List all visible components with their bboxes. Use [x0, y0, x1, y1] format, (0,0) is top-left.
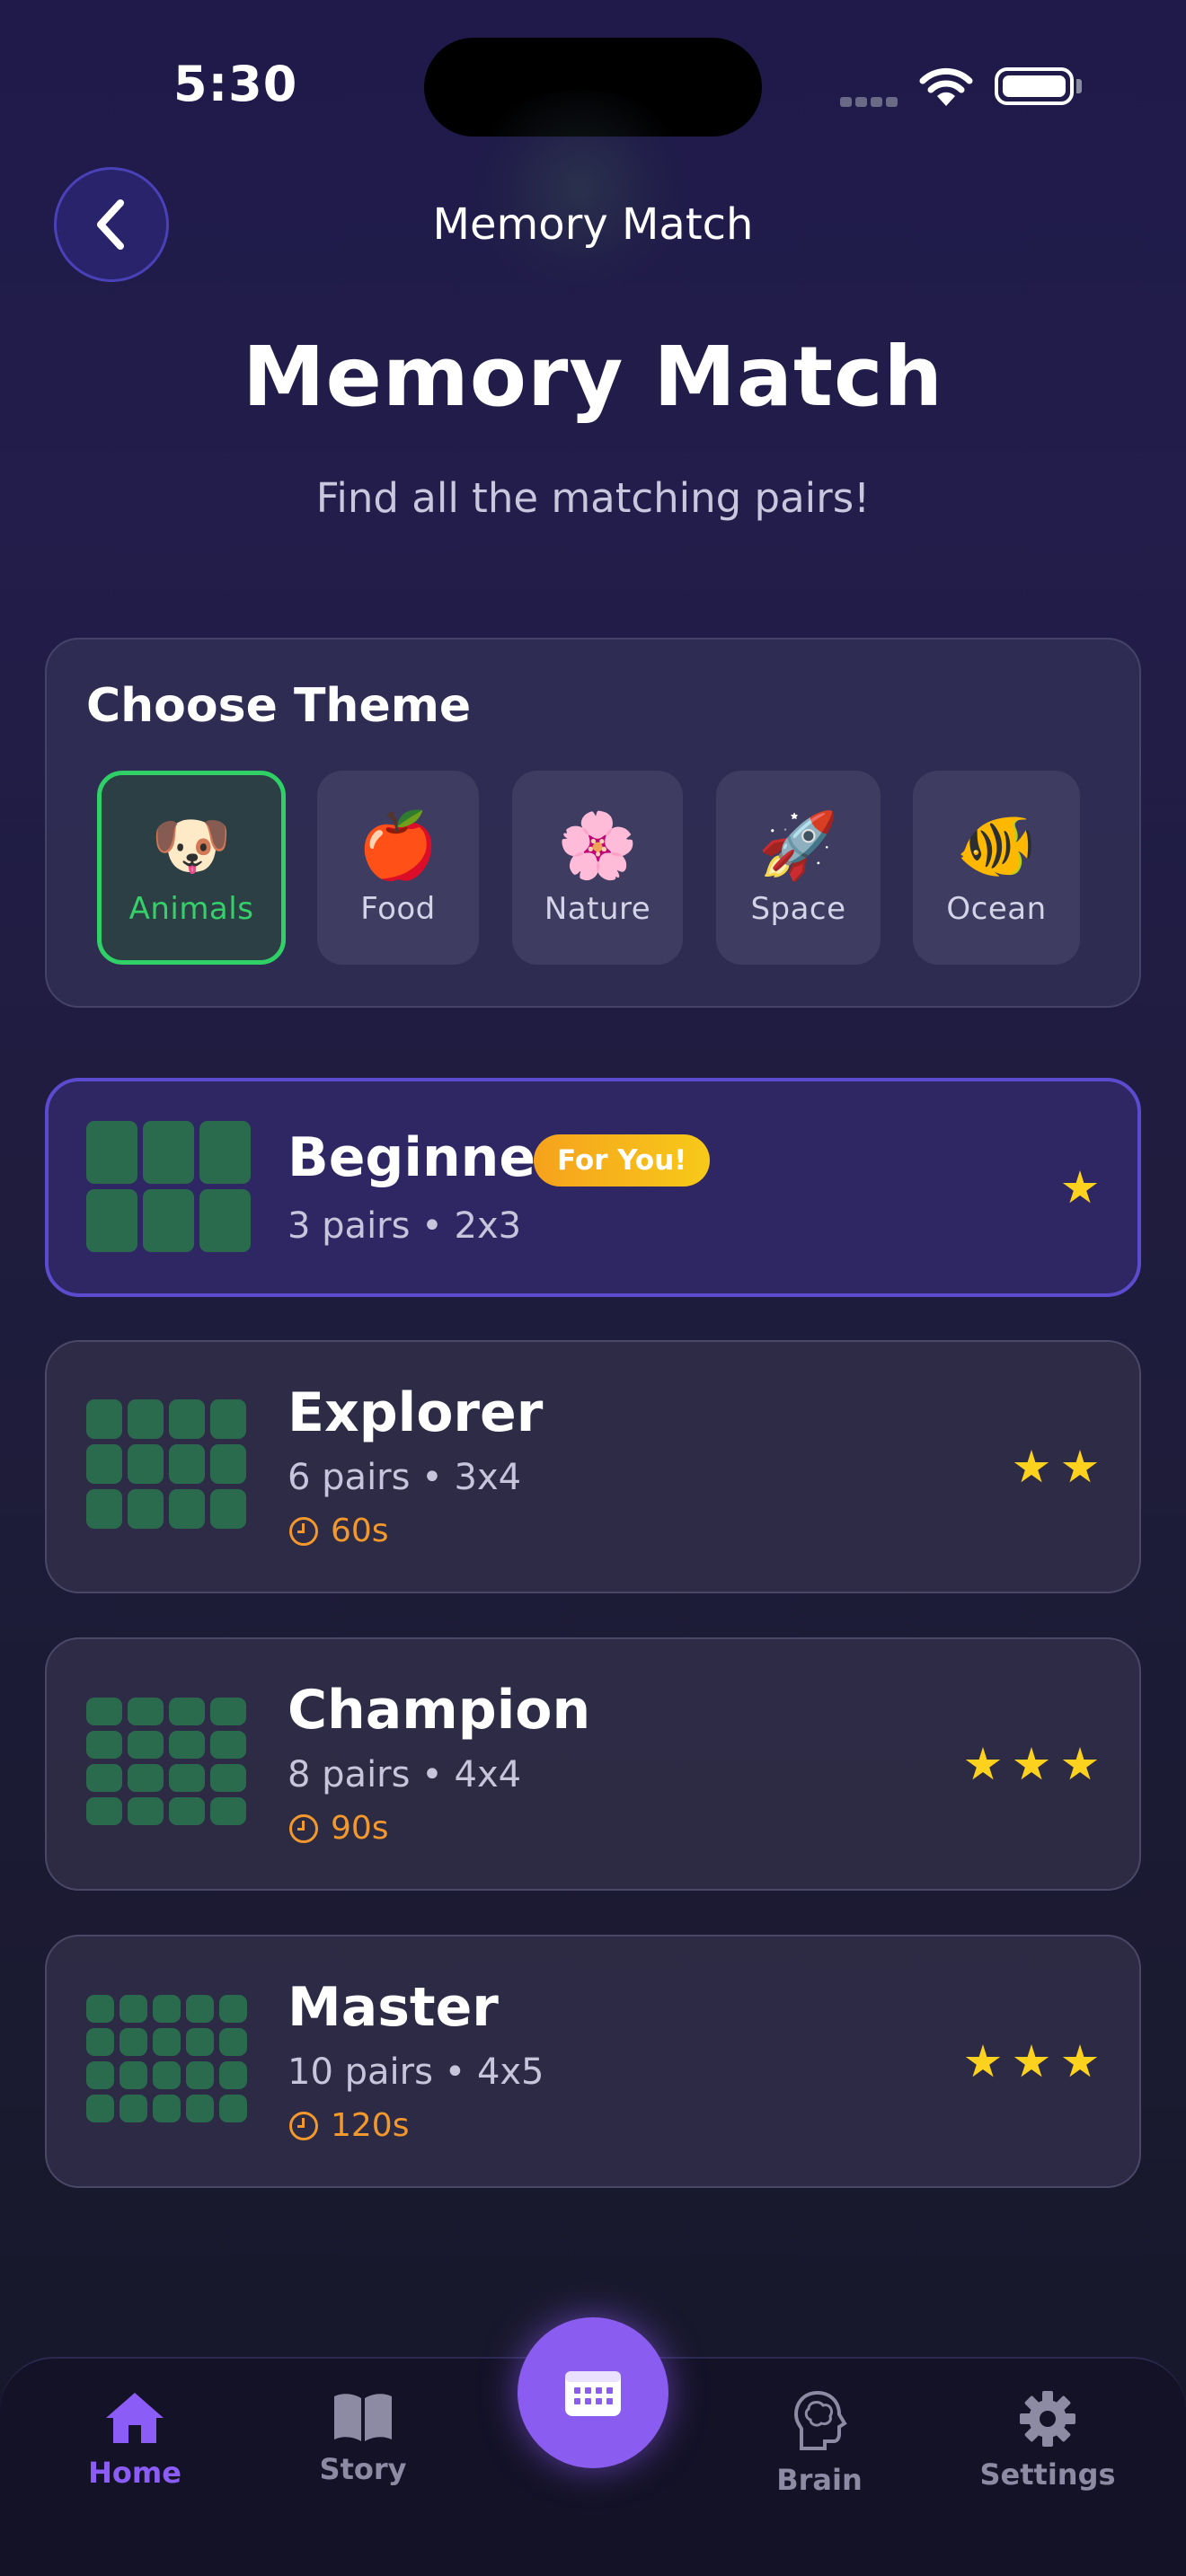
- star-icon: [1013, 2044, 1049, 2078]
- fish-icon: 🐠: [956, 807, 1037, 883]
- flower-icon: 🌸: [557, 807, 638, 883]
- theme-food[interactable]: 🍎 Food: [317, 771, 479, 965]
- level-name: Explorer: [288, 1381, 544, 1444]
- clock-icon: [289, 1516, 318, 1546]
- back-button[interactable]: [54, 167, 169, 282]
- apple-icon: 🍎: [358, 807, 438, 883]
- grid-preview-icon: [86, 1698, 246, 1825]
- level-name: Beginner: [288, 1126, 562, 1189]
- for-you-badge: For You!: [534, 1134, 711, 1187]
- header-glow: [458, 90, 701, 287]
- book-icon: [334, 2394, 392, 2441]
- theme-ocean[interactable]: 🐠 Ocean: [913, 771, 1080, 965]
- battery-icon: [995, 67, 1074, 105]
- theme-label: Ocean: [946, 891, 1047, 927]
- theme-label: Food: [360, 891, 436, 927]
- star-rating: [1062, 1170, 1098, 1206]
- tab-settings[interactable]: Settings: [958, 2389, 1137, 2492]
- rocket-icon: 🚀: [757, 807, 839, 883]
- star-icon: [1013, 1747, 1049, 1780]
- star-icon: [965, 2044, 1001, 2078]
- level-timer: 90s: [289, 1810, 389, 1847]
- status-time: 5:30: [173, 56, 298, 112]
- theme-nature[interactable]: 🌸 Nature: [512, 771, 683, 965]
- star-icon: [1062, 2044, 1098, 2078]
- star-icon: [1013, 1450, 1049, 1483]
- star-rating: [1013, 1450, 1098, 1486]
- gear-icon: [1020, 2391, 1075, 2447]
- battery-cap: [1076, 79, 1082, 93]
- star-rating: [965, 2044, 1098, 2080]
- tab-home[interactable]: Home: [45, 2389, 225, 2490]
- tab-story[interactable]: Story: [273, 2389, 453, 2486]
- theme-label: Nature: [544, 891, 651, 927]
- level-meta: 3 pairs • 2x3: [288, 1205, 522, 1247]
- tab-label: Story: [319, 2452, 407, 2486]
- tab-label: Settings: [979, 2457, 1116, 2492]
- level-timer: 60s: [289, 1513, 389, 1549]
- level-timer: 120s: [289, 2107, 409, 2144]
- star-rating: [965, 1747, 1098, 1783]
- level-meta: 10 pairs • 4x5: [288, 2051, 544, 2093]
- timer-value: 60s: [331, 1513, 389, 1549]
- tab-brain[interactable]: Brain: [730, 2389, 909, 2497]
- daily-challenge-button[interactable]: [518, 2317, 668, 2468]
- theme-animals[interactable]: 🐶 Animals: [97, 771, 286, 965]
- timer-value: 120s: [331, 2107, 410, 2144]
- star-icon: [965, 1747, 1001, 1780]
- theme-label: Space: [750, 891, 846, 927]
- clock-icon: [289, 2111, 318, 2140]
- star-icon: [1062, 1450, 1098, 1483]
- grid-preview-icon: [86, 1121, 251, 1252]
- timer-value: 90s: [331, 1810, 389, 1847]
- brain-head-icon: [793, 2390, 847, 2450]
- tab-label: Home: [88, 2456, 181, 2490]
- star-icon: [1062, 1170, 1098, 1204]
- grid-preview-icon: [86, 1995, 247, 2122]
- grid-preview-icon: [86, 1399, 246, 1529]
- page-subtitle: Find all the matching pairs!: [315, 474, 871, 522]
- theme-heading: Choose Theme: [86, 679, 472, 733]
- page-title: Memory Match: [242, 329, 944, 425]
- clock-icon: [289, 1813, 318, 1843]
- star-icon: [1062, 1747, 1098, 1780]
- dog-icon: 🐶: [151, 807, 232, 883]
- tab-label: Brain: [776, 2463, 863, 2497]
- home-icon: [106, 2393, 164, 2443]
- level-meta: 8 pairs • 4x4: [288, 1754, 522, 1795]
- calendar-icon: [565, 2371, 621, 2416]
- level-meta: 6 pairs • 3x4: [288, 1457, 522, 1498]
- nav-title: Memory Match: [432, 199, 754, 250]
- level-name: Champion: [288, 1679, 591, 1742]
- theme-label: Animals: [128, 891, 254, 927]
- wifi-icon: [919, 66, 973, 108]
- theme-space[interactable]: 🚀 Space: [716, 771, 881, 965]
- cellular-signal-icon: [840, 93, 901, 107]
- chevron-left-icon: [97, 199, 124, 250]
- level-name: Master: [288, 1976, 499, 2039]
